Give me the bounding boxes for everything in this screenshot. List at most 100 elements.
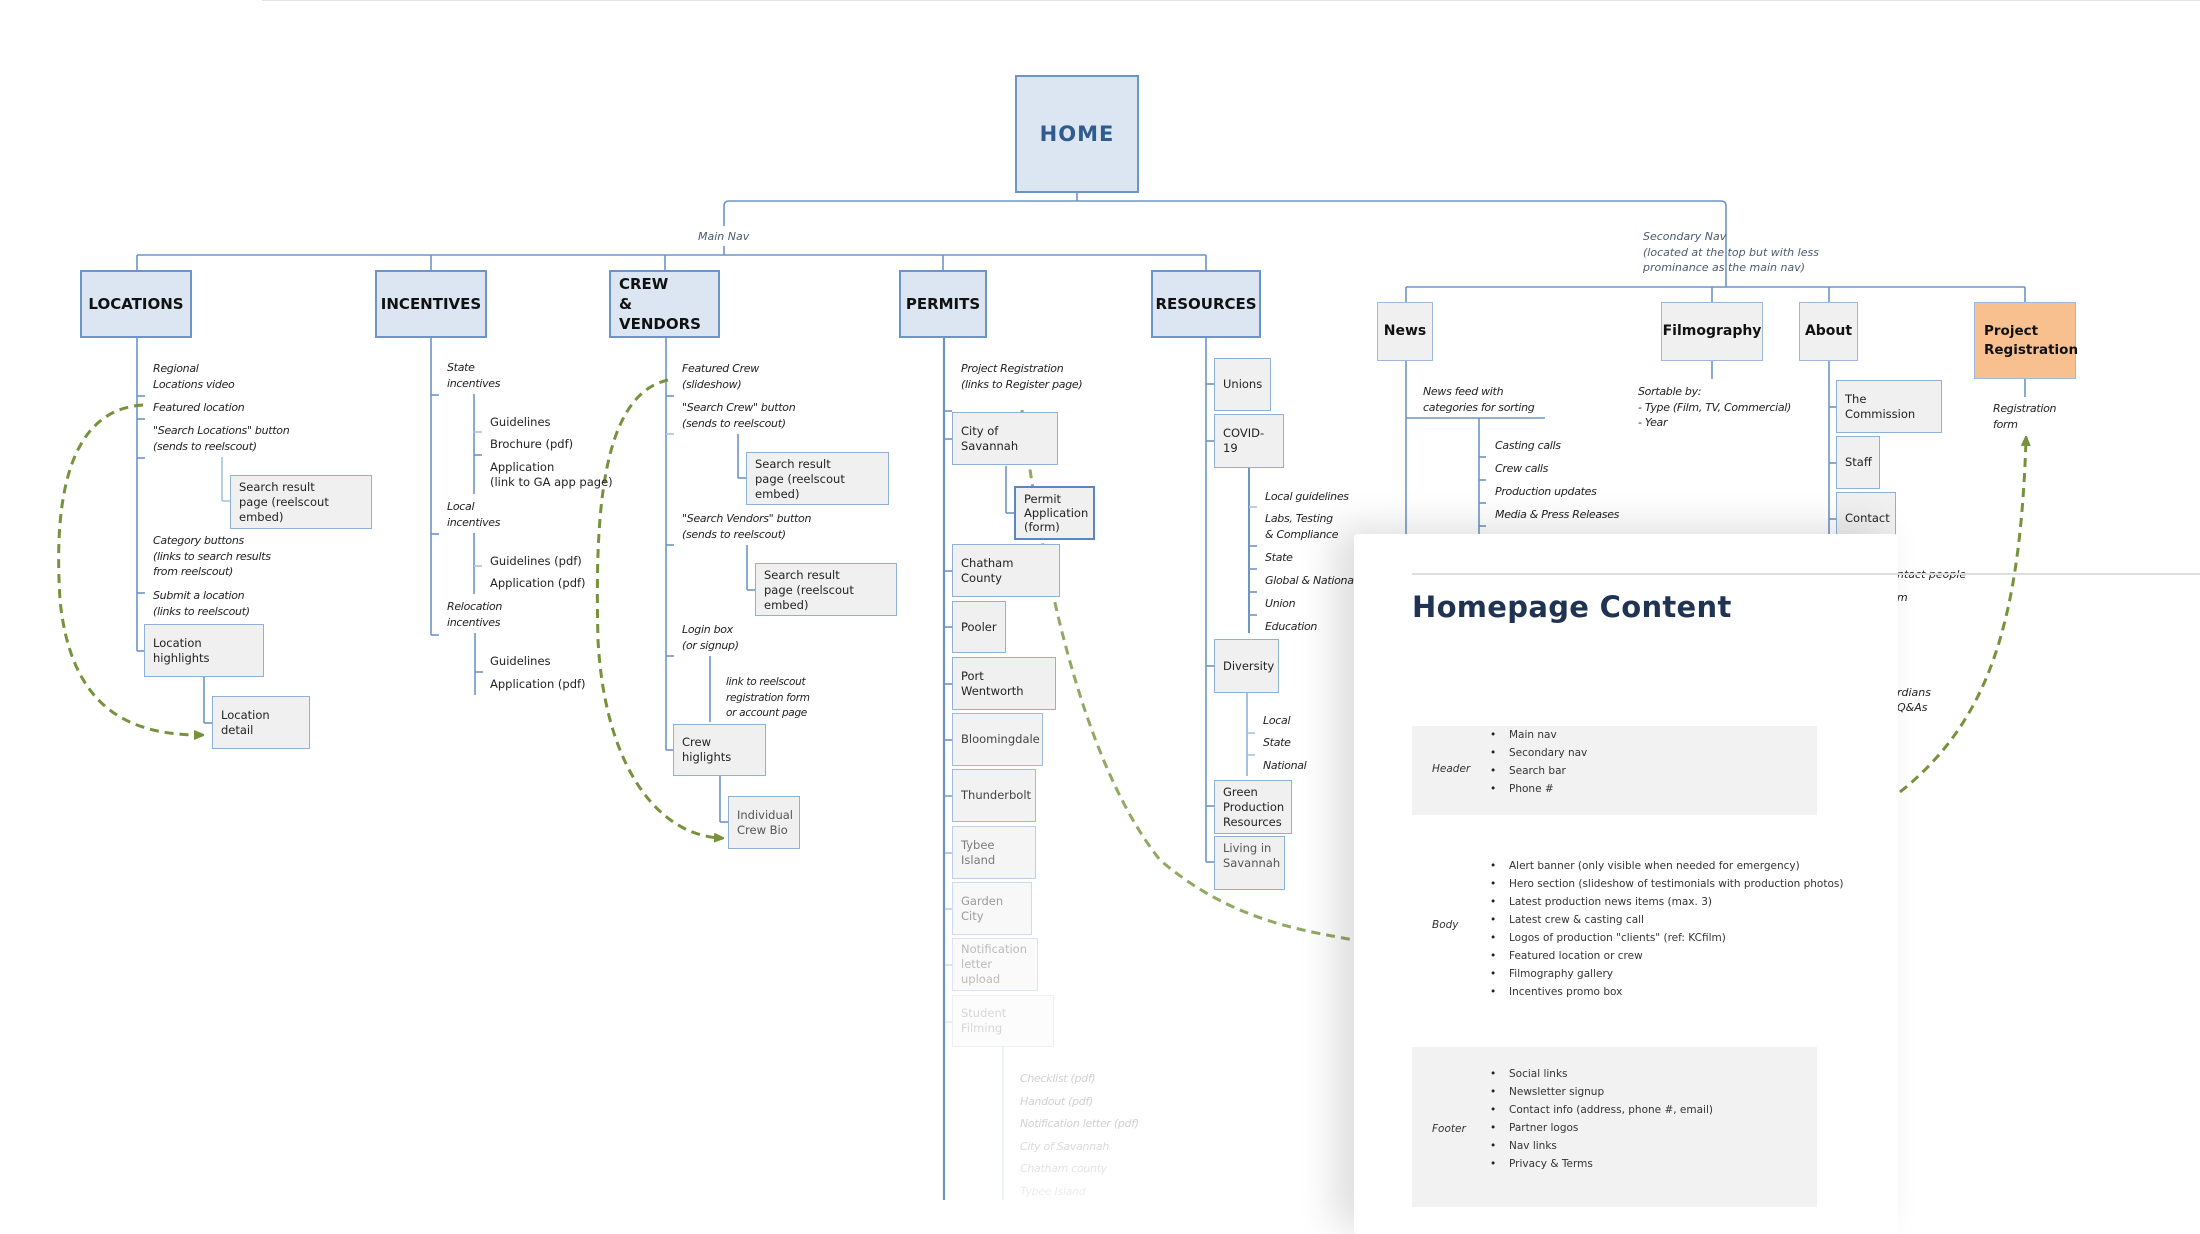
incentives-state-application[interactable]: Application (link to GA app page) xyxy=(490,460,613,490)
box-text: Tybee Island xyxy=(961,837,996,867)
incentives-state-brochure[interactable]: Brochure (pdf) xyxy=(490,437,573,452)
note-line: incentives xyxy=(447,515,501,529)
incentives-local-application[interactable]: Application (pdf) xyxy=(490,576,586,591)
resources-diversity-box[interactable]: Diversity xyxy=(1214,639,1279,693)
secondary-node-project-registration[interactable]: Project Registration xyxy=(1974,302,2078,379)
about-the-commission-box[interactable]: The Commission xyxy=(1836,380,1942,433)
student-item: Chatham county xyxy=(1020,1162,1107,1175)
secondary-node-news[interactable]: News xyxy=(1377,302,1433,361)
note-line: (sends to reelscout) xyxy=(682,527,786,541)
incentives-state-guidelines[interactable]: Guidelines xyxy=(490,415,551,430)
individual-crew-bio-box[interactable]: Individual Crew Bio xyxy=(728,796,800,849)
student-item: Tybee Island xyxy=(1020,1184,1086,1198)
nav-node-resources[interactable]: RESOURCES xyxy=(1151,270,1261,338)
box-line: Search result xyxy=(764,568,840,582)
box-text: Search result page (reelscout embed) xyxy=(764,568,888,613)
permit-application-form-box[interactable]: Permit Application (form) xyxy=(1014,486,1095,540)
locations-note-category-buttons: Category buttons (links to search results… xyxy=(153,533,271,580)
list-item: Filmography gallery xyxy=(1490,965,1843,983)
nav-node-permits[interactable]: PERMITS xyxy=(899,270,987,338)
secondary-nav-label-line: (located at the top but with less xyxy=(1643,245,1819,259)
note-line: Relocation xyxy=(447,600,503,613)
news-category-production-updates: Production updates xyxy=(1495,485,1597,498)
nav-label-crew: CREW xyxy=(619,275,669,293)
permit-box-tybee-island[interactable]: Tybee Island xyxy=(952,826,1036,879)
permit-box-city-of-savannah[interactable]: City of Savannah xyxy=(952,412,1058,465)
note-line: (slideshow) xyxy=(682,377,742,391)
home-node[interactable]: HOME xyxy=(1015,75,1139,193)
crew-search-result-page[interactable]: Search result page (reelscout embed) xyxy=(746,452,889,505)
permit-box-chatham-county[interactable]: Chatham County xyxy=(952,544,1060,597)
list-item: Logos of production "clients" (ref: KCfi… xyxy=(1490,929,1843,947)
resources-unions-box[interactable]: Unions xyxy=(1214,358,1271,411)
box-text: Chatham County xyxy=(961,555,1014,585)
crew-note-login: Login box (or signup) xyxy=(682,622,739,653)
incentives-relocation-guidelines[interactable]: Guidelines xyxy=(490,654,551,669)
box-line: page (reelscout embed) xyxy=(755,472,845,501)
locations-note-regional-video: Regional Locations video xyxy=(153,361,235,392)
box-line: Savannah xyxy=(1223,856,1281,870)
locations-search-result-page[interactable]: Search result page (reelscout embed) xyxy=(230,475,372,529)
note-line: (links to reelscout) xyxy=(153,604,250,618)
secondary-nav-label-line: Secondary Nav xyxy=(1643,230,1727,243)
crew-highlights-box[interactable]: Crew higlights xyxy=(673,724,766,776)
card-title: Homepage Content xyxy=(1412,590,1732,624)
note-line: Sortable by: xyxy=(1638,385,1702,398)
list-item: Incentives promo box xyxy=(1490,983,1843,1001)
permit-box-thunderbolt[interactable]: Thunderbolt xyxy=(952,769,1036,822)
about-staff-box[interactable]: Staff xyxy=(1836,436,1880,489)
box-text: Living in Savannah xyxy=(1223,841,1280,871)
location-detail-box[interactable]: Location detail xyxy=(212,696,310,749)
list-item: Newsletter signup xyxy=(1490,1083,1713,1101)
list-item: Main nav xyxy=(1490,726,1587,744)
secondary-node-about[interactable]: About xyxy=(1799,302,1858,361)
resources-green-production-box[interactable]: Green Production Resources xyxy=(1214,780,1292,834)
permit-box-garden-city[interactable]: Garden City xyxy=(952,882,1032,935)
box-text: The Commission xyxy=(1845,391,1916,421)
student-item: Notification letter (pdf) xyxy=(1020,1117,1139,1130)
homepage-content-card[interactable]: Homepage Content Header Main nav Seconda… xyxy=(1354,534,2200,1234)
box-text: Port Wentworth xyxy=(961,668,1024,698)
permit-box-pooler[interactable]: Pooler xyxy=(952,601,1006,653)
note-line: Registration xyxy=(1993,402,2057,415)
nav-node-crew-vendors[interactable]: CREW & VENDORS xyxy=(609,270,720,338)
note-line: (sends to reelscout) xyxy=(682,416,786,430)
vendors-search-result-page[interactable]: Search result page (reelscout embed) xyxy=(755,563,897,616)
secondary-node-filmography[interactable]: Filmography xyxy=(1661,302,1763,361)
box-line: Production xyxy=(1223,799,1285,814)
location-highlights-box[interactable]: Location highlights xyxy=(144,624,264,677)
note-line: News feed with xyxy=(1423,385,1504,398)
note-line: Login box xyxy=(682,623,733,636)
box-line: page (reelscout embed) xyxy=(764,583,854,612)
crew-note-search-crew: "Search Crew" button (sends to reelscout) xyxy=(682,400,796,431)
permit-box-port-wentworth[interactable]: Port Wentworth xyxy=(952,657,1056,710)
card-section-footer: Footer Social links Newsletter signup Co… xyxy=(1412,1047,1817,1207)
note-line: Project Registration xyxy=(961,362,1064,375)
resources-living-in-savannah-box[interactable]: Living in Savannah xyxy=(1214,836,1285,890)
student-item: City of Savannah xyxy=(1020,1139,1109,1153)
covid-item-state: State xyxy=(1265,551,1293,564)
nav-node-incentives[interactable]: INCENTIVES xyxy=(375,270,487,338)
permit-box-student-filming[interactable]: Student Filming xyxy=(952,995,1054,1047)
section-label: Footer xyxy=(1432,1123,1466,1135)
permit-box-notification-letter-upload[interactable]: Notification letter upload xyxy=(952,938,1038,991)
about-partial-note: rdians xyxy=(1897,686,1932,699)
nav-node-locations[interactable]: LOCATIONS xyxy=(80,270,192,338)
news-category-casting-calls: Casting calls xyxy=(1495,439,1561,452)
dashed-arrow-card-to-registration xyxy=(1899,440,2026,794)
nav-label-crew-vendors: CREW & VENDORS xyxy=(619,274,710,334)
resources-covid-box[interactable]: COVID-19 xyxy=(1214,414,1284,468)
covid-item-local-guidelines: Local guidelines xyxy=(1265,490,1349,503)
incentives-local-guidelines[interactable]: Guidelines (pdf) xyxy=(490,554,582,569)
crew-note-search-vendors: "Search Vendors" button (sends to reelsco… xyxy=(682,511,811,542)
incentives-relocation-application[interactable]: Application (pdf) xyxy=(490,677,586,692)
list-item: Social links xyxy=(1490,1065,1713,1083)
note-line: (links to Register page) xyxy=(961,377,1083,391)
card-section-body: Body Alert banner (only visible when nee… xyxy=(1412,857,1843,1012)
registration-label-line: Project xyxy=(1984,322,2039,339)
permit-box-bloomingdale[interactable]: Bloomingdale xyxy=(952,713,1043,766)
box-line: Resources xyxy=(1223,814,1282,829)
diversity-item-national: National xyxy=(1263,759,1307,772)
diversity-item-state: State xyxy=(1263,736,1291,749)
covid-item-union: Union xyxy=(1265,597,1296,610)
